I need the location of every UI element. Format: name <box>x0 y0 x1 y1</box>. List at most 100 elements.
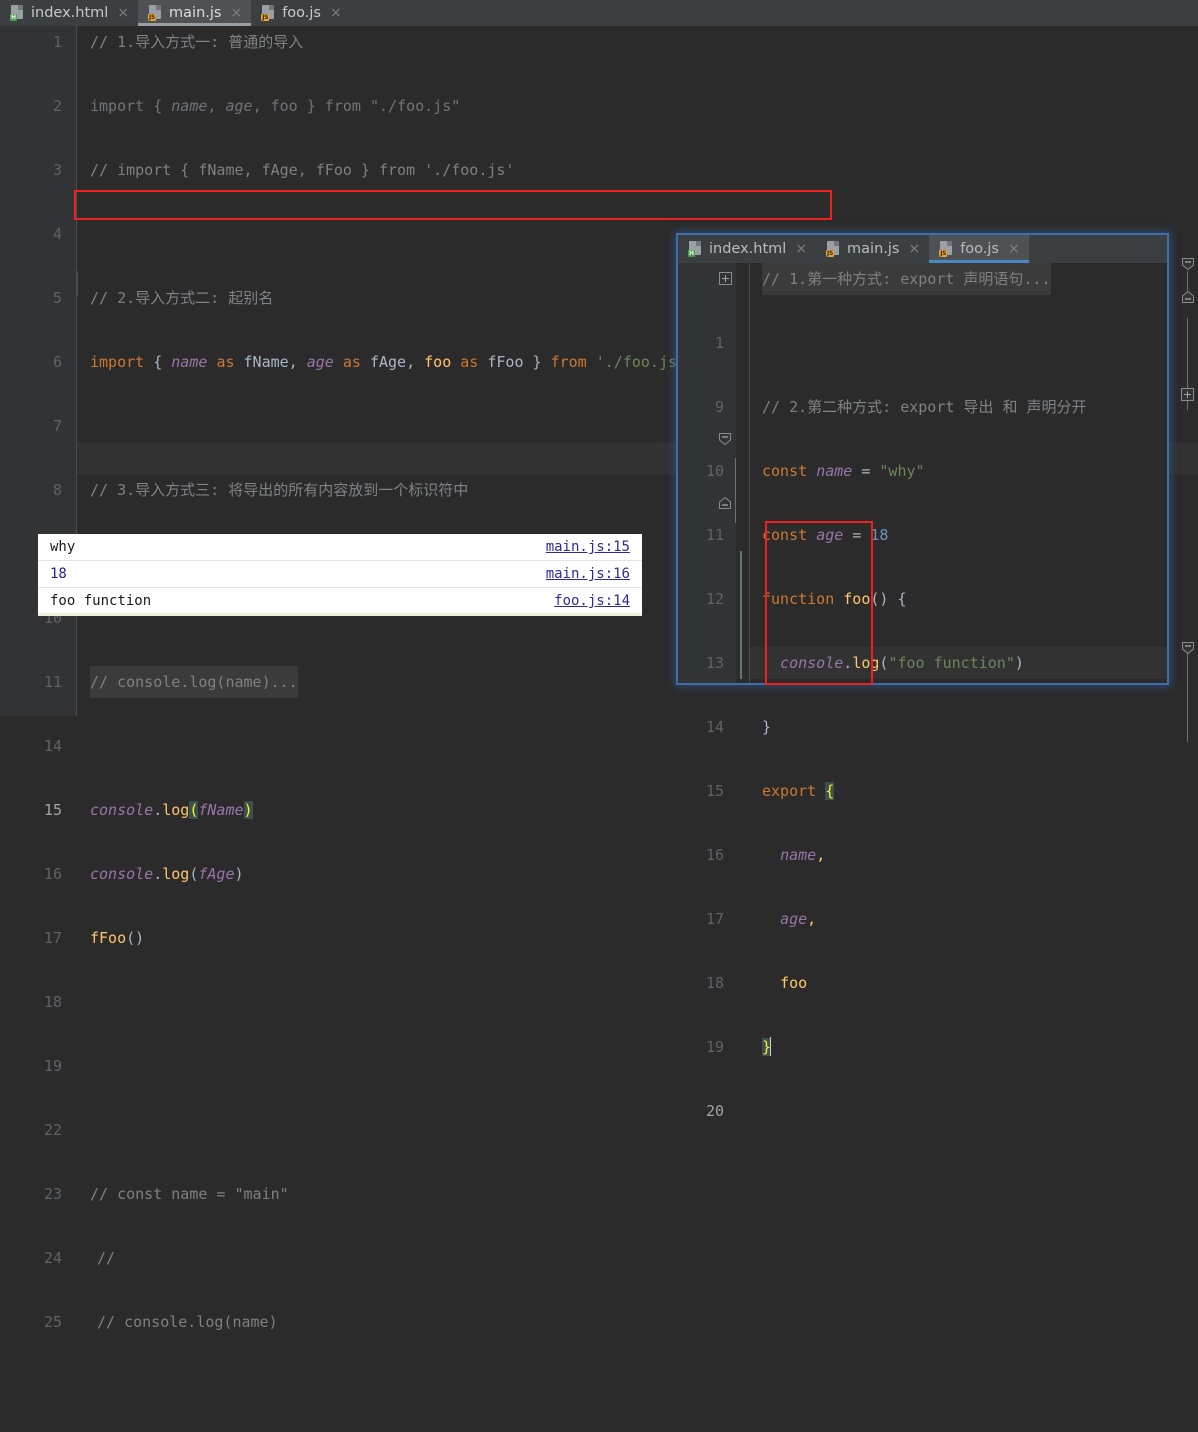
line-number: 18 <box>43 993 62 1011</box>
popup-code-area[interactable]: 1 // 1.第一种方式: export 声明语句... 9 10 // 2.第… <box>706 263 1167 1120</box>
fold-expanded-glyph <box>1182 258 1194 271</box>
close-icon[interactable]: × <box>1008 242 1020 256</box>
tab-index-html[interactable]: H index.html × <box>0 0 138 26</box>
code-text: console.log("foo function") <box>780 654 1024 672</box>
tab-label: foo.js <box>282 5 321 21</box>
line-number: 19 <box>705 1038 724 1056</box>
line-number-current: 20 <box>705 1102 724 1120</box>
console-row[interactable]: why main.js:15 <box>38 534 642 561</box>
tab-main-js[interactable]: JS main.js × <box>138 0 252 26</box>
line-number: 2 <box>52 97 62 115</box>
collapsed-region-text[interactable]: // console.log(name)... <box>90 666 298 698</box>
fold-end-glyph <box>1182 290 1194 303</box>
text-caret <box>770 1037 772 1056</box>
line-number: 16 <box>705 846 724 864</box>
code-row-collapsed[interactable]: 1 // 1.第一种方式: export 声明语句... <box>715 263 1167 352</box>
code-row[interactable]: 23 // const name = "main" <box>44 1178 1198 1210</box>
console-source-link[interactable]: main.js:15 <box>546 534 630 560</box>
line-number: 5 <box>52 289 62 307</box>
line-number: 12 <box>705 590 724 608</box>
fold-collapsed-icon[interactable]: + <box>719 272 732 285</box>
console-source-link[interactable]: foo.js:14 <box>554 588 630 614</box>
code-text: foo <box>780 974 808 992</box>
tab-label: main.js <box>169 5 222 21</box>
fold-expanded-icon[interactable] <box>1181 641 1194 655</box>
code-row[interactable]: 16 export { <box>706 775 1167 864</box>
line-number: 7 <box>52 417 62 435</box>
console-message: why <box>50 539 76 555</box>
popup-tabbar: H index.html × JS main.js × JS foo.js × <box>678 235 1167 263</box>
close-icon[interactable]: × <box>795 242 807 256</box>
line-number-current: 15 <box>43 801 62 819</box>
console-source-link[interactable]: main.js:16 <box>546 561 630 587</box>
close-icon[interactable]: × <box>230 6 242 20</box>
collapsed-region-text[interactable]: // 1.第一种方式: export 声明语句... <box>762 263 1051 295</box>
code-text: const age = 18 <box>762 526 889 544</box>
code-text: // 2.导入方式二: 起别名 <box>90 289 274 307</box>
console-message: foo function <box>50 593 152 609</box>
code-text: // console.log(name) <box>97 1313 278 1331</box>
fold-collapsed-icon[interactable]: + <box>1181 388 1194 401</box>
js-file-icon: JS <box>939 241 954 257</box>
code-row[interactable]: 11 const name = "why" <box>706 455 1167 544</box>
code-row[interactable]: 22 <box>44 1114 1198 1146</box>
code-text: // <box>97 1249 116 1267</box>
fold-end-glyph <box>719 496 731 509</box>
fold-expanded-icon[interactable] <box>1181 257 1194 271</box>
code-text: } <box>762 1037 772 1056</box>
fold-expanded-icon[interactable] <box>718 432 731 446</box>
popup-editor[interactable]: 1 // 1.第一种方式: export 声明语句... 9 10 // 2.第… <box>678 263 1167 1120</box>
code-row-current[interactable]: 20 } <box>706 1031 1167 1120</box>
line-number: 17 <box>43 929 62 947</box>
code-row[interactable]: 1 // 1.导入方式一: 普通的导入 <box>53 26 1198 58</box>
code-row[interactable]: 14 console.log("foo function") <box>706 647 1167 736</box>
code-row[interactable]: 24 // <box>44 1242 1198 1274</box>
code-row[interactable]: 18 age, <box>706 903 1167 992</box>
code-text: // 2.第二种方式: export 导出 和 声明分开 <box>762 398 1087 416</box>
tab-label: index.html <box>31 5 109 21</box>
code-row[interactable]: 17 name, <box>706 839 1167 928</box>
popup-tab-foo-js[interactable]: JS foo.js × <box>929 235 1029 263</box>
html-file-icon: H <box>688 241 703 257</box>
popup-tab-index-html[interactable]: H index.html × <box>678 235 816 263</box>
close-icon[interactable]: × <box>117 6 129 20</box>
code-text: fFoo() <box>90 929 145 947</box>
console-output-panel[interactable]: why main.js:15 18 main.js:16 foo functio… <box>38 534 642 616</box>
code-row[interactable]: 2 import { name, age, foo } from "./foo.… <box>53 90 1198 122</box>
line-number: 8 <box>52 481 62 499</box>
console-row[interactable]: foo function foo.js:14 <box>38 588 642 614</box>
line-number: 22 <box>43 1121 62 1139</box>
console-row[interactable]: 18 main.js:16 <box>38 561 642 588</box>
code-text: console.log(fAge) <box>90 865 244 883</box>
code-row[interactable]: 10 // 2.第二种方式: export 导出 和 声明分开 <box>706 391 1167 480</box>
fold-end-icon[interactable] <box>1181 290 1194 303</box>
fold-expanded-glyph <box>1182 642 1194 655</box>
code-row[interactable]: 12 const age = 18 <box>706 519 1167 608</box>
tab-label: foo.js <box>960 241 999 257</box>
js-file-icon: JS <box>148 5 163 21</box>
code-text: name, <box>780 846 826 864</box>
line-number: 6 <box>52 353 62 371</box>
code-row[interactable]: 3 // import { fName, fAge, fFoo } from '… <box>53 154 1198 186</box>
code-row[interactable]: 19 foo <box>706 967 1167 1056</box>
line-number: 24 <box>43 1249 62 1267</box>
close-icon[interactable]: × <box>330 6 342 20</box>
code-text: function foo() { <box>762 590 907 608</box>
tab-label: main.js <box>847 241 900 257</box>
line-number: 3 <box>52 161 62 179</box>
code-row[interactable]: 25 // console.log(name) <box>44 1306 1198 1338</box>
tab-foo-js[interactable]: JS foo.js × <box>251 0 351 26</box>
vcs-change-marker[interactable] <box>740 551 742 679</box>
code-row[interactable]: 13 function foo() { <box>706 583 1167 672</box>
line-number: 11 <box>43 673 62 691</box>
popup-tab-main-js[interactable]: JS main.js × <box>816 235 929 263</box>
code-text: console.log(fName) <box>90 801 253 819</box>
js-file-icon: JS <box>261 5 276 21</box>
code-text: // const name = "main" <box>90 1185 289 1203</box>
foo-js-popup-window[interactable]: H index.html × JS main.js × JS foo.js × … <box>676 233 1169 1120</box>
fold-end-icon[interactable] <box>718 496 731 509</box>
close-icon[interactable]: × <box>908 242 920 256</box>
code-row[interactable]: 9 <box>715 327 1167 416</box>
line-number: 25 <box>43 1313 62 1331</box>
html-file-icon: H <box>10 5 25 21</box>
